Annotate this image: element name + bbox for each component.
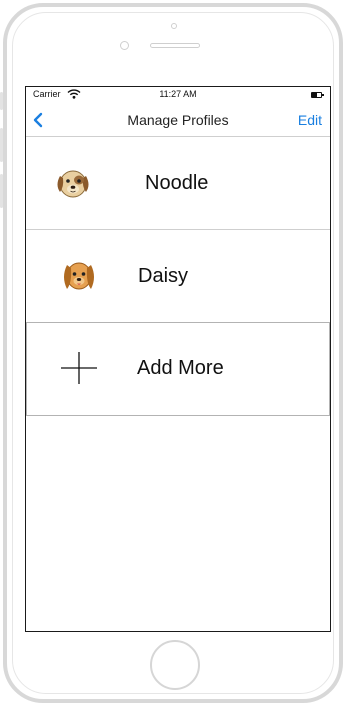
status-bar: Carrier 11:27 AM bbox=[26, 87, 330, 103]
chevron-left-icon bbox=[33, 112, 43, 128]
navigation-bar: Manage Profiles Edit bbox=[26, 103, 330, 137]
battery-icon bbox=[311, 92, 324, 98]
profile-name: Noodle bbox=[145, 172, 209, 194]
home-button[interactable] bbox=[150, 640, 200, 690]
proximity-sensor bbox=[120, 41, 129, 50]
earpiece-speaker bbox=[150, 43, 200, 48]
profile-row-noodle[interactable]: Noodle bbox=[26, 137, 330, 230]
mute-switch bbox=[0, 92, 3, 110]
app-screen: Carrier 11:27 AM Manage Profiles Edit No… bbox=[25, 86, 331, 632]
add-more-row[interactable]: Add More bbox=[26, 322, 330, 416]
volume-up-button bbox=[0, 128, 3, 162]
profile-name: Daisy bbox=[138, 265, 189, 287]
profile-row-daisy[interactable]: Daisy bbox=[26, 230, 330, 323]
back-button[interactable] bbox=[30, 111, 46, 129]
front-camera bbox=[171, 23, 177, 29]
volume-down-button bbox=[0, 174, 3, 208]
plus-icon bbox=[61, 352, 97, 384]
dog-face-icon bbox=[64, 262, 94, 290]
edit-button[interactable]: Edit bbox=[298, 112, 322, 128]
status-time: 11:27 AM bbox=[159, 89, 197, 99]
page-title: Manage Profiles bbox=[127, 112, 229, 128]
add-more-label: Add More bbox=[137, 357, 224, 379]
dog-face-icon bbox=[57, 170, 89, 198]
